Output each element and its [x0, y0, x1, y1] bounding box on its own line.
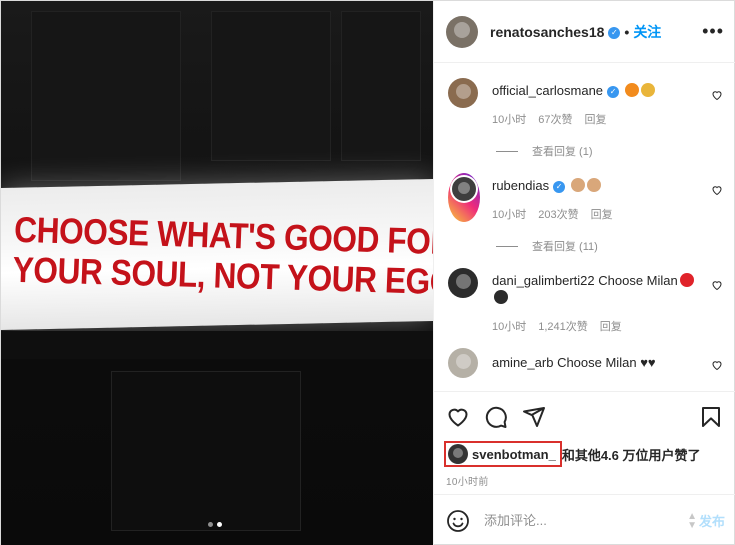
- commenter-avatar[interactable]: [448, 268, 478, 298]
- post-label: 发布: [698, 514, 725, 529]
- clap-emoji-icon: [586, 178, 601, 192]
- sort-arrows-icon: ▲ ▼: [687, 510, 697, 531]
- comment-likes[interactable]: 67次赞: [538, 111, 572, 127]
- comment-likes[interactable]: 203次赞: [538, 206, 578, 222]
- carousel-dot: [208, 522, 213, 527]
- post-timestamp: 10小时前: [446, 477, 489, 488]
- likes-summary: svenbotman_ 和其他4.6 万位用户赞了: [444, 441, 723, 467]
- verified-badge-icon: ✓: [607, 85, 620, 98]
- post-actions: svenbotman_ 和其他4.6 万位用户赞了 10小时前: [434, 391, 735, 488]
- post-dialog: CHOOSE WHAT'S GOOD FOR YOUR SOUL, NOT YO…: [0, 0, 735, 545]
- author-info: renatosanches18 ✓ • 关注: [490, 22, 661, 42]
- action-icons: [446, 404, 723, 430]
- comment-item: amine_arb Choose Milan ♥♥: [434, 334, 735, 378]
- view-replies-label: 查看回复 (11): [532, 241, 598, 253]
- storefront-awning: [1, 331, 433, 359]
- view-replies-button[interactable]: 查看回复 (11): [496, 238, 735, 254]
- liker-username[interactable]: svenbotman_: [472, 447, 556, 462]
- comment-item: dani_galimberti22 Choose Milan 10小时 1,24…: [434, 254, 735, 334]
- reply-button[interactable]: 回复: [600, 318, 622, 334]
- carousel-dot-active: [217, 522, 222, 527]
- commenter-username[interactable]: rubendias: [492, 178, 549, 193]
- black-heart-emoji-icon: ♥♥: [640, 355, 656, 370]
- post-comment-button[interactable]: ▲ ▼ 发布: [687, 511, 725, 530]
- like-comment-heart-icon[interactable]: [711, 184, 723, 196]
- liker-avatar: [448, 444, 468, 464]
- view-replies-button[interactable]: 查看回复 (1): [496, 143, 735, 159]
- comment-likes[interactable]: 1,241次赞: [538, 318, 588, 334]
- carousel-prev-button[interactable]: [7, 263, 21, 285]
- red-circle-emoji-icon: [679, 273, 694, 287]
- commenter-avatar[interactable]: [448, 78, 478, 108]
- window: [31, 11, 181, 181]
- author-username[interactable]: renatosanches18: [490, 24, 604, 40]
- comment-text: Choose Milan: [598, 273, 678, 288]
- comment-item: rubendias ✓ 10小时 203次赞 回复: [434, 159, 735, 222]
- window: [211, 11, 331, 161]
- raised-hands-emoji-icon: [640, 83, 655, 97]
- storefront: [111, 371, 301, 531]
- commenter-avatar[interactable]: [448, 348, 478, 378]
- author-avatar[interactable]: [446, 15, 478, 48]
- emoji-smiley-icon[interactable]: [446, 509, 470, 533]
- follow-button[interactable]: 关注: [633, 24, 661, 40]
- reply-button[interactable]: 回复: [585, 111, 607, 127]
- verified-badge-icon: ✓: [553, 180, 566, 193]
- post-side-panel: renatosanches18 ✓ • 关注 ••• official_carlosm…: [433, 1, 735, 545]
- likes-count[interactable]: 和其他4.6 万位用户赞了: [562, 445, 701, 464]
- bookmark-icon[interactable]: [699, 405, 723, 429]
- like-comment-heart-icon[interactable]: [711, 279, 723, 291]
- carousel-indicator: [208, 522, 222, 527]
- comment-time: 10小时: [492, 321, 527, 333]
- comment-bubble-icon[interactable]: [484, 405, 508, 429]
- comment-input[interactable]: [484, 513, 688, 528]
- illuminated-sign: CHOOSE WHAT'S GOOD FOR YOUR SOUL, NOT YO…: [1, 178, 433, 330]
- commenter-avatar: [452, 177, 476, 201]
- add-comment-bar: ▲▼ 发布: [434, 494, 735, 545]
- sign-line-2: YOUR SOUL, NOT YOUR EGO: [11, 248, 433, 303]
- post-media[interactable]: CHOOSE WHAT'S GOOD FOR YOUR SOUL, NOT YO…: [1, 1, 433, 545]
- comments-list[interactable]: official_carlosmane ✓ 10小时 67次赞 回复 查看回复 (…: [434, 64, 735, 391]
- sign-text: CHOOSE WHAT'S GOOD FOR YOUR SOUL, NOT YO…: [11, 209, 433, 303]
- like-comment-heart-icon[interactable]: [711, 89, 723, 101]
- commenter-username[interactable]: official_carlosmane: [492, 83, 603, 98]
- reply-button[interactable]: 回复: [591, 206, 613, 222]
- story-ring[interactable]: [448, 173, 480, 222]
- separator: •: [624, 23, 630, 40]
- view-replies-label: 查看回复 (1): [532, 146, 593, 158]
- fire-emoji-icon: [624, 83, 639, 97]
- share-send-icon[interactable]: [522, 405, 546, 429]
- commenter-username[interactable]: amine_arb: [492, 355, 553, 370]
- commenter-username[interactable]: dani_galimberti22: [492, 273, 595, 288]
- comment-item: official_carlosmane ✓ 10小时 67次赞 回复: [434, 64, 735, 127]
- comment-time: 10小时: [492, 209, 527, 221]
- more-horizontal-icon[interactable]: •••: [702, 21, 724, 42]
- comment-text: Choose Milan: [557, 355, 637, 370]
- replies-line: [496, 150, 518, 152]
- replies-line: [496, 245, 518, 247]
- post-header: renatosanches18 ✓ • 关注 •••: [434, 1, 735, 63]
- verified-badge-icon: ✓: [608, 26, 621, 39]
- black-circle-emoji-icon: [494, 290, 508, 304]
- clap-emoji-icon: [570, 178, 585, 192]
- liker-highlight-box[interactable]: svenbotman_: [444, 441, 562, 467]
- like-comment-heart-icon[interactable]: [711, 359, 723, 371]
- window: [341, 11, 421, 161]
- comment-time: 10小时: [492, 114, 527, 126]
- like-heart-icon[interactable]: [446, 405, 470, 429]
